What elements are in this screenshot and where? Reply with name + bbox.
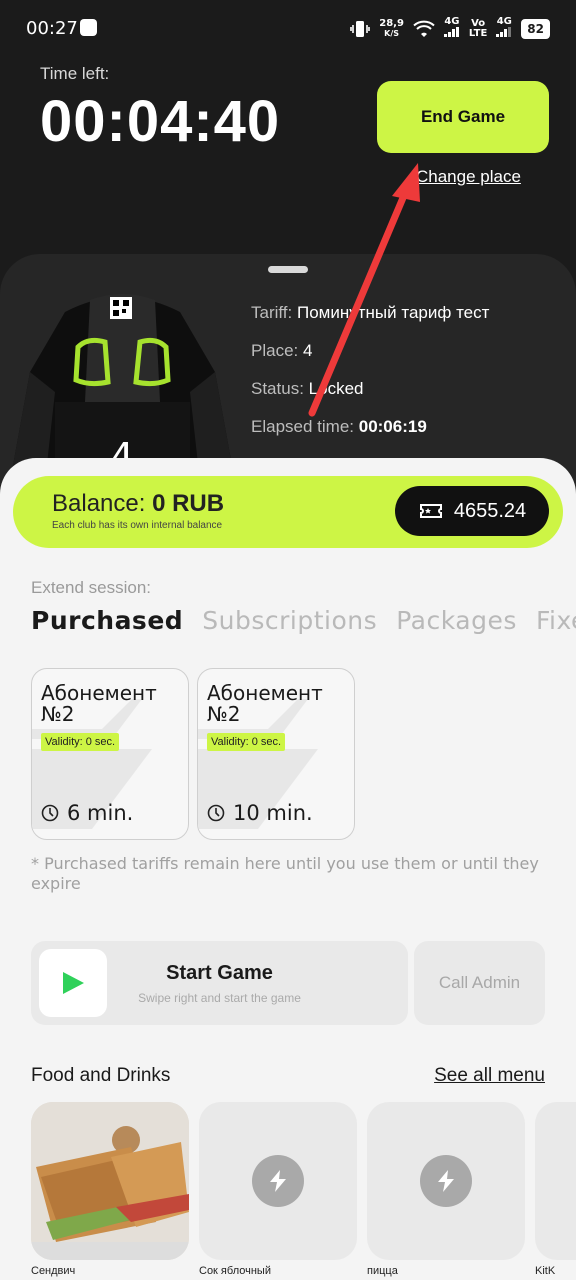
session-timer: 00:04:40 — [40, 89, 281, 154]
tab-fixed[interactable]: Fixed — [536, 606, 576, 635]
elapsed-line: Elapsed time: 00:06:19 — [251, 417, 427, 437]
sandwich-image — [31, 1102, 189, 1260]
subscription-name: Абонемент №2 — [207, 681, 323, 726]
balance-title: Balance: 0 RUB — [52, 490, 224, 518]
tariff-value: Поминутный тариф тест — [297, 303, 490, 322]
gaming-chair-image: 4 — [10, 294, 235, 482]
bonus-value: 4655.24 — [453, 499, 527, 522]
balance-value: 0 RUB — [152, 490, 225, 517]
duration-value: 6 min. — [67, 801, 134, 825]
start-game-slider[interactable]: Start Game Swipe right and start the gam… — [31, 941, 408, 1025]
notification-icon — [80, 19, 97, 36]
volte-lte: LTE — [468, 27, 488, 39]
place-line: Place: 4 — [251, 341, 312, 361]
net3-label: 4G — [496, 16, 512, 27]
speed-value: 28,9 — [379, 17, 404, 29]
status-label: Status: — [251, 379, 304, 398]
signal-bars-icon — [496, 27, 512, 37]
end-game-button[interactable]: End Game — [377, 81, 549, 153]
duration-value: 10 min. — [233, 801, 313, 825]
bottom-sheet: Balance: 0 RUB Each club has its own int… — [0, 458, 576, 1280]
volte-vo: Vo — [471, 17, 486, 29]
elapsed-label: Elapsed time: — [251, 417, 354, 436]
food-item[interactable] — [535, 1102, 576, 1260]
time-left-label: Time left: — [40, 64, 110, 83]
food-item[interactable] — [367, 1102, 525, 1260]
food-item-name: KitK — [535, 1265, 556, 1277]
call-admin-button[interactable]: Call Admin — [414, 941, 545, 1025]
vibrate-icon — [350, 20, 371, 37]
balance-label: Balance: — [52, 490, 146, 517]
status-line: Status: Locked — [251, 379, 363, 399]
food-item[interactable] — [199, 1102, 357, 1260]
change-place-link[interactable]: Change place — [416, 167, 521, 187]
status-icons: 28,9 K/S 4G Vo LTE 4G 82 — [350, 17, 550, 40]
start-game-subtitle: Swipe right and start the game — [138, 991, 301, 1005]
volte: Vo LTE — [468, 17, 488, 39]
purchased-note: * Purchased tariffs remain here until yo… — [31, 854, 539, 893]
food-item[interactable] — [31, 1102, 189, 1260]
network-speed: 28,9 K/S — [379, 17, 404, 39]
placeholder-bolt-icon — [420, 1155, 472, 1207]
duration: 6 min. — [41, 801, 133, 825]
placeholder-bolt-icon — [252, 1155, 304, 1207]
start-game-title: Start Game — [166, 962, 273, 984]
extend-tabs: Purchased Subscriptions Packages Fixed P — [31, 606, 576, 646]
extend-session-label: Extend session: — [31, 578, 152, 597]
wifi-icon — [413, 20, 435, 37]
signal-2: 4G — [496, 17, 512, 40]
clock-icon — [207, 804, 225, 822]
elapsed-value: 00:06:19 — [358, 417, 427, 436]
food-section-title: Food and Drinks — [31, 1065, 171, 1086]
place-label: Place: — [251, 341, 299, 360]
net1-label: 4G — [444, 16, 460, 27]
status-bar: 00:27 28,9 K/S 4G Vo LTE 4G 82 — [0, 0, 576, 58]
duration: 10 min. — [207, 801, 313, 825]
subscription-card[interactable]: Абонемент №2 Validity: 0 sec. 6 min. — [31, 668, 189, 840]
subscription-name: Абонемент №2 — [41, 681, 157, 726]
tab-purchased[interactable]: Purchased — [31, 606, 183, 635]
balance-subtitle: Each club has its own internal balance — [52, 520, 223, 531]
validity-badge: Validity: 0 sec. — [41, 733, 120, 751]
tab-subscriptions[interactable]: Subscriptions — [202, 606, 377, 635]
ticket-star-icon — [419, 504, 442, 518]
tariff-label: Tariff: — [251, 303, 293, 322]
see-all-menu-link[interactable]: See all menu — [434, 1065, 545, 1087]
food-item-name: Сок яблочный — [199, 1265, 271, 1277]
validity-badge: Validity: 0 sec. — [207, 733, 286, 751]
speed-unit: K/S — [384, 28, 400, 38]
battery-icon: 82 — [521, 18, 550, 39]
status-value: Locked — [308, 379, 364, 398]
signal-1: 4G — [443, 16, 460, 40]
clock: 00:27 — [26, 18, 78, 39]
food-item-name: Сендвич — [31, 1265, 76, 1277]
subscription-card[interactable]: Абонемент №2 Validity: 0 sec. 10 min. — [197, 668, 355, 840]
drag-handle[interactable] — [268, 266, 308, 273]
food-item-name: пицца — [367, 1265, 398, 1277]
balance-bar[interactable]: Balance: 0 RUB Each club has its own int… — [13, 476, 563, 548]
tariff-line: Tariff: Поминутный тариф тест — [251, 303, 489, 323]
place-value: 4 — [302, 341, 313, 360]
signal-bars-icon — [443, 27, 459, 37]
bonus-balance-button[interactable]: 4655.24 — [395, 486, 549, 536]
tab-packages[interactable]: Packages — [396, 606, 517, 635]
clock-icon — [41, 804, 59, 822]
